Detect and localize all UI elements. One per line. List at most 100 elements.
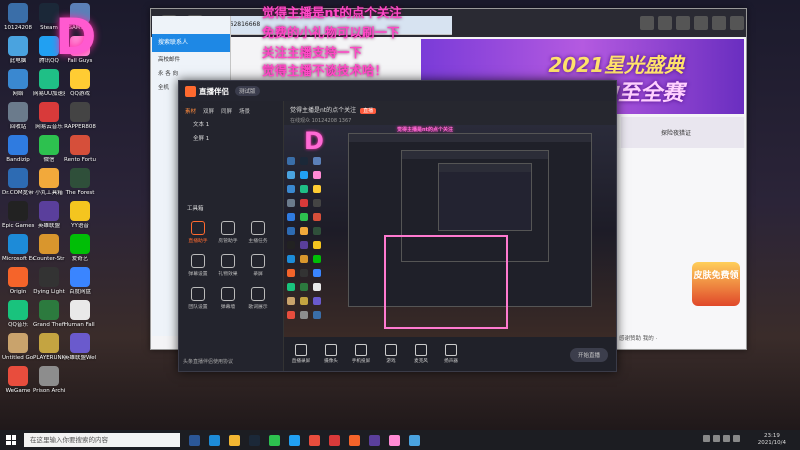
desktop-icon[interactable]: Human Fall Flat — [64, 300, 96, 329]
taskbar-app-icon[interactable] — [389, 434, 400, 446]
preview-icon — [313, 269, 321, 277]
system-tray[interactable] — [703, 435, 740, 442]
desktop-icon[interactable]: PLAYERUNKNOWN'S BATTLEGROUNDS — [33, 333, 65, 362]
preview-icon — [287, 269, 295, 277]
app-icon — [8, 36, 28, 56]
bottom-bar-button[interactable]: 游戏 — [378, 344, 404, 364]
bottom-bar-button[interactable]: 扬声器 — [438, 344, 464, 364]
desktop-icon[interactable]: 小丸工具箱 — [33, 168, 65, 197]
desktop-icon[interactable]: The Forest — [64, 168, 96, 197]
side-link[interactable]: 探险夜猎证 — [661, 128, 691, 137]
desktop-icon[interactable]: 英雄联盟 — [33, 201, 65, 230]
taskbar-clock[interactable]: 23:19 2021/10/4 — [758, 433, 786, 447]
desktop-icon[interactable]: 10124208 — [2, 3, 34, 32]
live-companion-app[interactable]: 直播伴侣 测试版 素材 双屏 同屏 场景 文本 1 全屏 1 工具箱 直播助手 房管助手 主… — [178, 80, 617, 372]
toolbox-tool[interactable]: 礼物效果 — [213, 254, 243, 277]
desktop-icon[interactable]: 网易云音乐 — [33, 102, 65, 131]
qq-contact-row[interactable]: 高校邮件 — [152, 52, 230, 66]
bottom-bar-button[interactable]: 麦克风 — [408, 344, 434, 364]
preview-icon — [300, 255, 308, 263]
home-icon[interactable] — [640, 16, 654, 30]
bottom-bar-label: 麦克风 — [414, 359, 428, 364]
desktop-icon[interactable]: Grand Theft Auto V — [33, 300, 65, 329]
desktop-icon[interactable]: Dying Light — [33, 267, 65, 296]
taskbar-app-icon[interactable] — [309, 434, 320, 446]
desktop-icon[interactable]: WeGame — [2, 366, 34, 395]
taskbar-app-icon[interactable] — [349, 434, 360, 446]
desktop-icon[interactable]: 网易UU加速器 — [33, 69, 65, 98]
taskbar-app-icon[interactable] — [229, 434, 240, 446]
taskbar-app-icon[interactable] — [329, 434, 340, 446]
toolbox-tool[interactable]: 团队设置 — [183, 287, 213, 310]
close-icon[interactable] — [730, 16, 744, 30]
desktop-icon[interactable]: Counter-Strike Global Offensive — [33, 234, 65, 263]
maximize-icon[interactable] — [712, 16, 726, 30]
source-tab[interactable]: 双屏 — [203, 107, 214, 115]
source-tab[interactable]: 素材 — [185, 107, 196, 115]
desktop-icon[interactable]: 爱奇艺 — [64, 234, 96, 263]
desktop-icon[interactable]: 网络 — [2, 69, 34, 98]
taskbar-app-icon[interactable] — [249, 434, 260, 446]
stream-preview[interactable]: D 觉得主播是nt的点个关注 — [284, 125, 616, 337]
desktop-icon[interactable]: Untitled Goose Game — [2, 333, 34, 362]
panel-footer-links[interactable]: 感谢赞助 我的 · — [619, 334, 657, 342]
minimize-icon[interactable] — [694, 16, 708, 30]
desktop-icon[interactable]: Dr.COM宽带认证客户端 — [2, 168, 34, 197]
bottom-bar-button[interactable]: 手机投屏 — [348, 344, 374, 364]
desktop-icon-label: PLAYERUNKNOWN'S BATTLEGROUNDS — [33, 355, 65, 361]
taskbar-app-icon[interactable] — [289, 434, 300, 446]
taskbar-app-icon[interactable] — [209, 434, 220, 446]
app-icon — [70, 300, 90, 320]
desktop-icon[interactable]: QQ游戏 — [64, 69, 96, 98]
toolbox-tool[interactable]: 房管助手 — [213, 221, 243, 244]
qq-search[interactable]: 搜索联系人 — [152, 34, 230, 52]
source-tab[interactable]: 场景 — [239, 107, 250, 115]
toolbox-tool[interactable]: 主播任务 — [243, 221, 273, 244]
app-icon — [8, 234, 28, 254]
source-item[interactable]: 文本 1 — [179, 117, 283, 131]
desktop-icon[interactable]: RAPPER808 — [64, 102, 96, 131]
desktop-icon[interactable]: Origin — [2, 267, 34, 296]
source-tabs: 素材 双屏 同屏 场景 — [179, 101, 283, 117]
desktop-icon[interactable]: QQ音乐 — [2, 300, 34, 329]
taskbar-app-icon[interactable] — [189, 434, 200, 446]
grid-icon[interactable] — [658, 16, 672, 30]
bottom-bar-button[interactable]: 摄像头 — [318, 344, 344, 364]
toolbox-tool[interactable]: 弹幕设置 — [183, 254, 213, 277]
preview-icon — [287, 311, 295, 319]
desktop-icon[interactable]: Bandizip — [2, 135, 34, 164]
desktop-icon[interactable]: Epic Games Launcher — [2, 201, 34, 230]
desktop-icon[interactable]: 百度网盘 — [64, 267, 96, 296]
desktop-icon[interactable]: Microsoft Edge — [2, 234, 34, 263]
skin-promo-badge[interactable]: 皮肤免费领 — [692, 262, 740, 306]
taskbar-app-icon[interactable] — [269, 434, 280, 446]
toolbox-title: 工具箱 — [187, 206, 204, 212]
taskbar-search[interactable]: 在这里输入你要搜索的内容 — [24, 433, 180, 447]
taskbar-app-icon[interactable] — [409, 434, 420, 446]
desktop-icon[interactable]: YY语音 — [64, 201, 96, 230]
desktop-icon-label: YY语音 — [71, 223, 89, 229]
qq-contact-row[interactable]: 永 各 向 — [152, 66, 230, 80]
windows-start-icon[interactable] — [6, 435, 16, 445]
desktop-icon[interactable]: Rento Fortune — [64, 135, 96, 164]
toolbox-tool[interactable]: 直播助手 — [183, 221, 213, 244]
desktop-icon[interactable]: 微信 — [33, 135, 65, 164]
gamepad-icon[interactable] — [676, 16, 690, 30]
bottom-bar-button[interactable]: 直播录屏 — [288, 344, 314, 364]
toolbox-tool[interactable]: 录屏 — [243, 254, 273, 277]
source-item[interactable]: 全屏 1 — [179, 131, 283, 145]
toolbox-tool[interactable]: 歌词展示 — [243, 287, 273, 310]
footer-agreement[interactable]: 头条直播伴侣使用协议 — [183, 358, 233, 365]
go-live-button[interactable]: 开始直播 — [569, 348, 608, 362]
taskbar-app-icon[interactable] — [369, 434, 380, 446]
tool-label: 弹幕设置 — [188, 272, 208, 277]
desktop-icon-label: 爱奇艺 — [71, 256, 89, 262]
toolbox-tool[interactable]: 弹幕墙 — [213, 287, 243, 310]
desktop-icon[interactable]: 回收站 — [2, 102, 34, 131]
desktop-icon[interactable]: 英雄联盟WeGame版 — [64, 333, 96, 362]
tool-label: 房管助手 — [218, 239, 238, 244]
desktop-icon[interactable]: Prison Architect — [33, 366, 65, 395]
source-tab[interactable]: 同屏 — [221, 107, 232, 115]
tool-icon — [251, 221, 265, 235]
desktop-icon[interactable]: 此电脑 — [2, 36, 34, 65]
